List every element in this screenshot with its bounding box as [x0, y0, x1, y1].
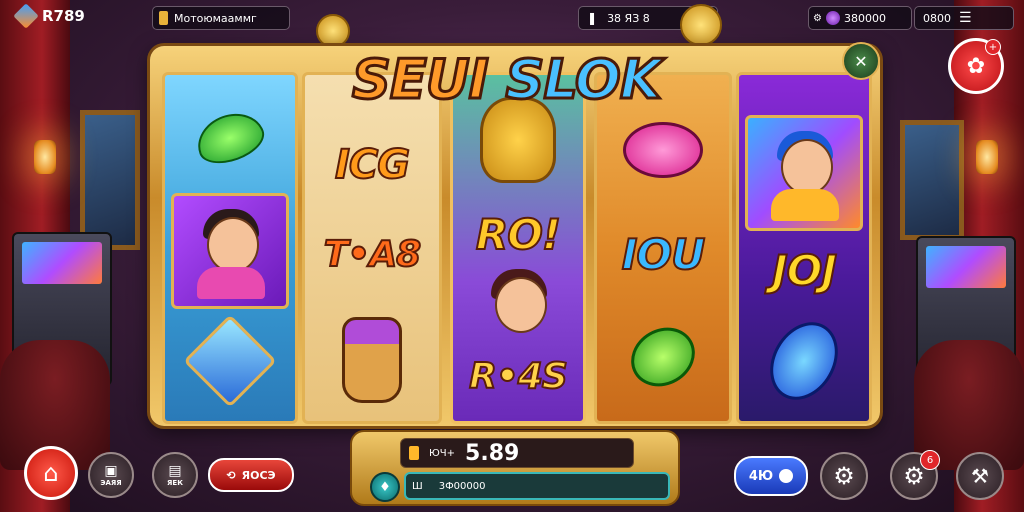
title-part1: SEUI: [351, 47, 491, 113]
pink-blob-symbol: [597, 105, 729, 195]
home-button[interactable]: ⌂: [24, 446, 78, 500]
boy-character-symbol: [745, 115, 863, 231]
settings-badge: 6: [920, 450, 940, 470]
gem-icon: [825, 11, 840, 25]
credits-bar[interactable]: 0800 ☰: [914, 6, 1014, 30]
reel-1: [162, 72, 298, 424]
logo-text: R789: [42, 7, 85, 25]
wall-lamp-right: [976, 140, 998, 174]
reel-2: ICG T•A8: [302, 72, 442, 424]
close-icon: ✕: [854, 51, 868, 71]
purple-mask-symbol: [305, 305, 439, 415]
win-value: 3Ф00000: [438, 480, 486, 492]
bet-row: ЮЧ+ 5.89: [400, 438, 634, 468]
win-label: Ш: [412, 480, 423, 492]
boy-headphones-symbol: [453, 263, 583, 343]
profile-button[interactable]: ✿ +: [948, 38, 1004, 94]
game-title: SEUI SLOK: [351, 47, 664, 113]
menu-hamburger-icon[interactable]: ☰: [959, 10, 972, 26]
gems-bar: ⚙ 380000: [808, 6, 912, 30]
account-label: Мотоюмааммг: [174, 11, 257, 25]
reel3-bot-symbol: R•4S: [468, 355, 569, 398]
credits-display: 0800: [923, 11, 951, 25]
wall-lamp-left: [34, 140, 56, 174]
tools-button[interactable]: ⚒: [956, 452, 1004, 500]
gold-coin-icon: [680, 4, 722, 46]
menu-button[interactable]: ▣ ЭАЯЯ: [88, 452, 134, 498]
wall-painting-left: [80, 110, 140, 250]
auto-icon: ⟲: [226, 468, 236, 482]
green-leaf-symbol: [597, 307, 729, 407]
gear-small-icon: ⚙: [813, 12, 822, 24]
girl-character-symbol: [171, 193, 289, 309]
reel2-top-symbol: ICG: [334, 141, 411, 189]
close-button[interactable]: ✕: [842, 42, 880, 80]
wall-painting-right: [900, 120, 964, 240]
reel-3: RO! R•4S: [450, 72, 586, 424]
gems-display: 380000: [843, 11, 886, 25]
win-row: Ш 3Ф00000: [404, 472, 670, 500]
gift-icon: ✿: [966, 53, 986, 79]
logo-cube-icon: [13, 3, 39, 29]
auto-button[interactable]: ⟲ ЯОСЭ: [208, 458, 294, 492]
info-button[interactable]: ♦: [370, 472, 400, 502]
hold-label: ЯЕК: [167, 479, 183, 487]
pause-icon: ❚: [587, 11, 598, 25]
auto-label: ЯОСЭ: [241, 468, 276, 482]
account-name-bar[interactable]: Мотоюмааммг: [152, 6, 290, 30]
coin-icon: [409, 446, 419, 460]
options-button[interactable]: ⚙ 6: [890, 450, 940, 500]
coin-stack-icon: [159, 11, 168, 25]
profile-badge: +: [985, 39, 1001, 55]
blue-gem-symbol: [165, 311, 295, 411]
game-logo: R789: [13, 3, 85, 29]
spin-button[interactable]: 4Ю: [734, 456, 808, 496]
pickaxe-icon: ⚒: [971, 464, 989, 488]
bet-label: ЮЧ+: [429, 447, 456, 459]
balance-display: 38 ЯЗ 8: [607, 11, 650, 25]
bet-panel: ЮЧ+ 5.89 ♦ Ш 3Ф00000: [350, 430, 680, 506]
spin-dot-icon: [779, 469, 794, 483]
diamond-icon: ♦: [379, 479, 391, 495]
gear-icon: ⚙: [833, 462, 855, 490]
reel3-mid-symbol: RO!: [475, 209, 562, 260]
reel5-mid-symbol: JOJ: [771, 245, 838, 296]
reel-5: JOJ: [736, 72, 872, 424]
title-part2: SLOK: [504, 47, 663, 113]
gold-coin-icon: [316, 14, 350, 48]
green-leaf-symbol: [165, 93, 295, 183]
spin-label: 4Ю: [748, 468, 774, 484]
menu-label: ЭАЯЯ: [100, 479, 122, 487]
reel-4: IOU: [594, 72, 732, 424]
hold-button[interactable]: ▤ ЯЕК: [152, 452, 198, 498]
bet-value[interactable]: 5.89: [465, 441, 519, 466]
blue-gem-symbol: [739, 309, 869, 413]
settings-button[interactable]: ⚙: [820, 452, 868, 500]
card-icon: ▤: [168, 463, 182, 479]
home-icon: ⌂: [43, 459, 59, 487]
bag-icon: ▣: [104, 463, 118, 479]
reel2-mid-symbol: T•A8: [323, 233, 422, 276]
reel4-mid-symbol: IOU: [621, 229, 706, 280]
